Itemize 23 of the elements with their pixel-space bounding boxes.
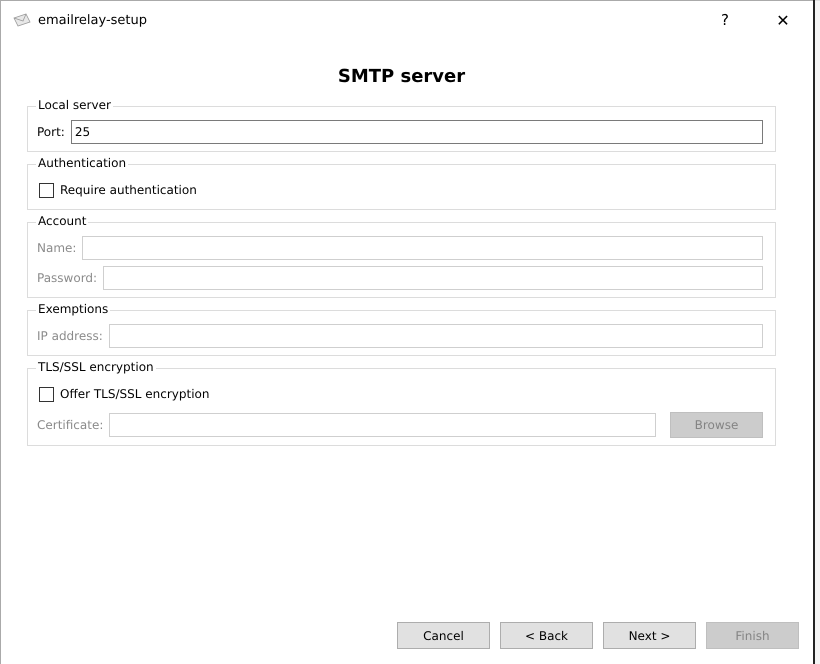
field-label: Password:: [37, 271, 98, 285]
checkbox[interactable]: [39, 386, 54, 402]
checkbox[interactable]: [39, 182, 54, 198]
help-button[interactable]: ?: [697, 2, 753, 38]
group-title: Local server: [36, 98, 113, 112]
field-label: Certificate:: [37, 418, 104, 432]
field-label: Port:: [37, 125, 65, 139]
group-title: Authentication: [36, 156, 128, 170]
group-title: TLS/SSL encryption: [36, 360, 156, 374]
input-field[interactable]: 25: [70, 120, 763, 144]
close-button[interactable]: ✕: [753, 2, 813, 38]
wizard-button[interactable]: Cancel: [397, 622, 490, 649]
envelope-icon: [13, 13, 31, 27]
wizard-button[interactable]: < Back: [500, 622, 593, 649]
field-label: Name:: [37, 241, 76, 255]
checkbox-label: Require authentication: [60, 183, 197, 197]
wizard-button[interactable]: Next >: [603, 622, 696, 649]
group-title: Account: [36, 214, 88, 228]
page-heading: SMTP server: [336, 66, 466, 87]
window-title: emailrelay-setup: [38, 12, 148, 28]
group-title: Exemptions: [36, 302, 110, 316]
checkbox-label: Offer TLS/SSL encryption: [60, 387, 210, 401]
field-label: IP address:: [37, 329, 103, 343]
